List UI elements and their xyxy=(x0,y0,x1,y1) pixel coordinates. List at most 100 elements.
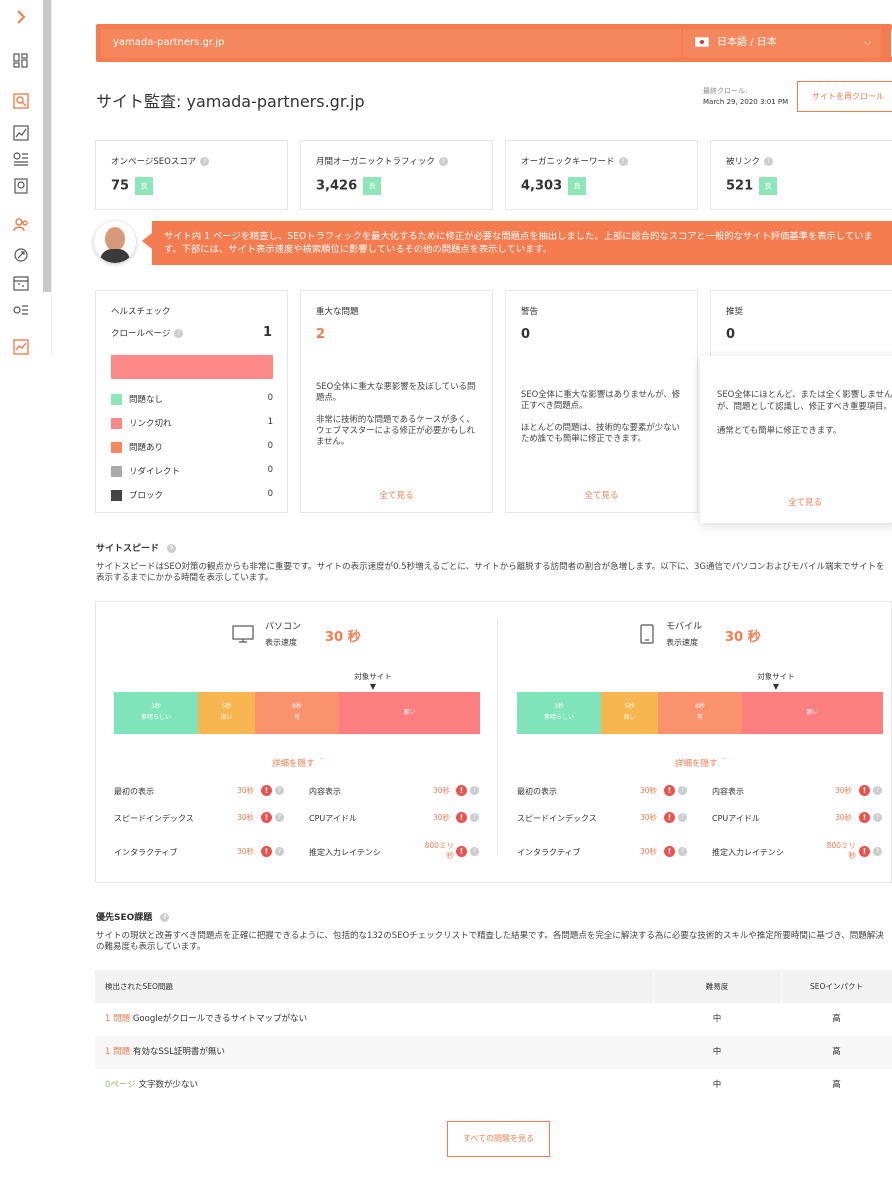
status-badge: 良 xyxy=(135,177,154,195)
keyword-list-icon[interactable] xyxy=(12,150,30,168)
hide-details-link[interactable]: 詳細を隠す ＾ xyxy=(272,757,326,769)
card-count: 0 xyxy=(521,327,531,342)
target-marker-icon: ▼ xyxy=(772,682,780,691)
traffic-analyzer-icon[interactable] xyxy=(12,124,30,142)
content-icon[interactable] xyxy=(12,177,30,195)
help-icon[interactable]: ? xyxy=(678,786,687,795)
help-icon[interactable]: ? xyxy=(200,157,210,166)
metric-value: 30秒 xyxy=(639,813,657,822)
users-icon[interactable] xyxy=(12,216,30,234)
help-icon[interactable]: ? xyxy=(275,847,284,856)
desktop-icon xyxy=(232,624,254,644)
legend-count: 0 xyxy=(267,441,273,451)
legend-item-blocked: ブロック 0 xyxy=(111,489,273,503)
stat-organic-keywords: オーガニックキーワード? 4,303 良 xyxy=(505,140,698,210)
card-desc: 通常とても簡単に修正できます。 xyxy=(717,425,842,435)
site-speed-panel xyxy=(95,601,892,883)
dashboard-icon[interactable] xyxy=(12,52,30,70)
help-icon[interactable]: ? xyxy=(160,913,170,922)
analytics-chart-icon[interactable] xyxy=(12,338,30,356)
metric-value: 30秒 xyxy=(639,786,657,795)
last-crawl-label: 最終クロール: xyxy=(703,87,748,95)
calendar-icon[interactable] xyxy=(12,274,30,292)
metric-value: 30秒 xyxy=(432,786,450,795)
metric-name: インタラクティブ xyxy=(517,848,581,857)
critical-issues-card: 重大な問題 2 SEO全体に重大な悪影響を及ぼしている問題点。 非常に技術的な問… xyxy=(300,290,493,513)
metric-name: CPUアイドル xyxy=(309,814,357,823)
card-desc: SEO全体に重大な悪影響を及ぼしている問題点。 xyxy=(316,381,476,402)
desktop-sublabel: 表示速度 xyxy=(265,638,297,647)
legend-count: 1 xyxy=(267,417,273,427)
page-title: サイト監査: yamada-partners.gr.jp xyxy=(96,92,365,111)
url-input[interactable]: yamada-partners.gr.jp xyxy=(101,29,681,57)
language-select[interactable]: 日本語 / 日本 ⌵ xyxy=(683,29,881,57)
card-desc: SEO全体にほとんど、または全く影響しませんが、問題として認識し、修正すべき重要… xyxy=(717,389,892,411)
help-icon[interactable]: ? xyxy=(470,813,479,822)
warning-icon: ! xyxy=(456,785,467,796)
sidebar-scrollbar[interactable] xyxy=(43,0,51,292)
help-icon[interactable]: ? xyxy=(618,157,628,166)
legend-swatch xyxy=(111,466,122,477)
metric-value: 30秒 xyxy=(834,786,852,795)
language-label: 日本語 / 日本 xyxy=(717,37,777,48)
view-all-link[interactable]: 全て見る xyxy=(506,489,697,501)
warning-icon: ! xyxy=(859,785,870,796)
backlinks-icon[interactable] xyxy=(12,246,30,264)
stat-label: 月間オーガニックトラフィック xyxy=(316,157,435,167)
col-header-difficulty: 難易度 xyxy=(705,982,729,991)
card-desc: 非常に技術的な問題であるケースが多く、ウェブマスターによる修正が必要かもしれませ… xyxy=(316,414,475,446)
help-icon[interactable]: ? xyxy=(275,786,284,795)
help-icon[interactable]: ? xyxy=(174,329,184,338)
issue-count[interactable]: 1 問題 xyxy=(105,1047,130,1057)
metric-value: 30秒 xyxy=(236,813,254,822)
legend-swatch xyxy=(111,394,122,405)
help-icon[interactable]: ? xyxy=(275,813,284,822)
help-icon[interactable]: ? xyxy=(873,813,882,822)
help-icon[interactable]: ? xyxy=(764,157,774,166)
stat-backlinks: 被リンク? 521 良 xyxy=(710,140,892,210)
stat-label: オーガニックキーワード xyxy=(521,157,615,167)
help-icon[interactable]: ? xyxy=(678,813,687,822)
site-audit-icon[interactable] xyxy=(12,92,30,110)
recrawl-button[interactable]: サイトを再クロール xyxy=(797,81,892,112)
impact: 高 xyxy=(832,1080,841,1090)
desktop-label: パソコン xyxy=(265,622,302,632)
help-icon[interactable]: ? xyxy=(470,786,479,795)
view-all-issues-button[interactable]: すべての問題を見る xyxy=(447,1121,550,1157)
help-icon[interactable]: ? xyxy=(167,544,177,553)
target-site-label: 対象サイト xyxy=(354,672,392,681)
audit-message: サイト内 1 ページを精査し、SEOトラフィックを最大化するために修正が必要な問… xyxy=(142,221,892,265)
metric-value: 30秒 xyxy=(432,813,450,822)
help-icon[interactable]: ? xyxy=(438,157,448,166)
card-title: 警告 xyxy=(521,307,539,317)
legend-name: 問題あり xyxy=(129,443,164,453)
crawl-pages-count: 1 xyxy=(262,325,272,340)
help-icon[interactable]: ? xyxy=(873,847,882,856)
metric-name: スピードインデックス xyxy=(517,814,597,823)
issue-text: Googleがクロールできるサイトマップがない xyxy=(132,1014,308,1024)
table-row[interactable]: 1 問題 有効なSSL証明書が無い 中 高 xyxy=(95,1036,892,1069)
stat-label: 被リンク xyxy=(726,157,761,167)
help-icon[interactable]: ? xyxy=(873,786,882,795)
hide-details-link[interactable]: 詳細を隠す ＾ xyxy=(675,757,729,769)
crawl-pages-label: クロールページ xyxy=(111,329,171,339)
help-icon[interactable]: ? xyxy=(470,847,479,856)
help-icon[interactable]: ? xyxy=(678,847,687,856)
issue-count[interactable]: 1 問題 xyxy=(105,1014,130,1024)
status-badge: 良 xyxy=(568,177,587,195)
view-all-link[interactable]: 全て見る xyxy=(301,489,492,501)
health-bar xyxy=(111,355,273,379)
ranking-list-icon[interactable] xyxy=(12,301,30,319)
metric-name: 最初の表示 xyxy=(114,787,154,796)
view-all-link[interactable]: 全て見る xyxy=(700,496,892,508)
table-row[interactable]: 0ページ 文字数が少ない 中 高 xyxy=(95,1069,892,1102)
last-crawl-info: 最終クロール: March 29, 2020 3:01 PM xyxy=(703,86,788,108)
table-row[interactable]: 1 問題 Googleがクロールできるサイトマップがない 中 高 xyxy=(95,1003,892,1036)
metric-value: 30秒 xyxy=(834,813,852,822)
legend-item-issues: 問題あり 0 xyxy=(111,441,273,455)
warnings-card: 警告 0 SEO全体に重大な影響はありませんが、修正すべき問題点。 ほとんどの問… xyxy=(505,290,698,513)
expand-chevron-icon[interactable] xyxy=(12,8,30,26)
legend-count: 0 xyxy=(267,393,273,403)
issue-count[interactable]: 0ページ xyxy=(105,1080,136,1090)
impact: 高 xyxy=(832,1014,841,1024)
